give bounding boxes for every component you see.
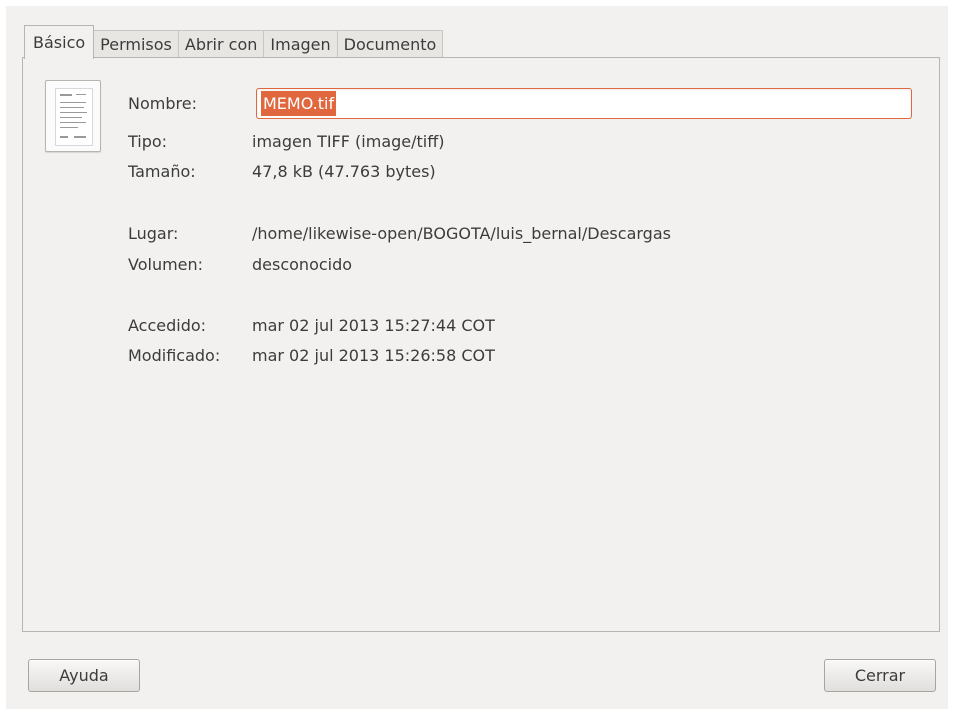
help-button[interactable]: Ayuda [28,659,140,692]
tab-bar: Básico Permisos Abrir con Imagen Documen… [24,24,444,59]
tab-permisos[interactable]: Permisos [93,30,179,58]
type-label: Tipo: [128,132,168,151]
tab-abrir-con[interactable]: Abrir con [177,30,265,58]
tiff-document-icon [45,80,101,152]
modified-label: Modificado: [128,346,221,365]
location-value: /home/likewise-open/BOGOTA/luis_bernal/D… [252,224,671,243]
close-button[interactable]: Cerrar [824,659,936,692]
tab-documento[interactable]: Documento [336,30,444,58]
name-field[interactable]: MEMO.tif [256,88,912,119]
tab-imagen[interactable]: Imagen [263,30,338,58]
location-label: Lugar: [128,224,179,243]
accessed-label: Accedido: [128,316,207,335]
document-page-thumbnail [55,88,93,146]
modified-value: mar 02 jul 2013 15:26:58 COT [252,346,495,365]
name-field-selected-text[interactable]: MEMO.tif [261,91,337,116]
tab-basico[interactable]: Básico [24,25,95,59]
accessed-value: mar 02 jul 2013 15:27:44 COT [252,316,495,335]
name-label: Nombre: [128,94,197,113]
volume-label: Volumen: [128,255,204,274]
size-value: 47,8 kB (47.763 bytes) [252,162,436,181]
size-label: Tamaño: [128,162,196,181]
volume-value: desconocido [252,255,353,274]
type-value: imagen TIFF (image/tiff) [252,132,445,151]
